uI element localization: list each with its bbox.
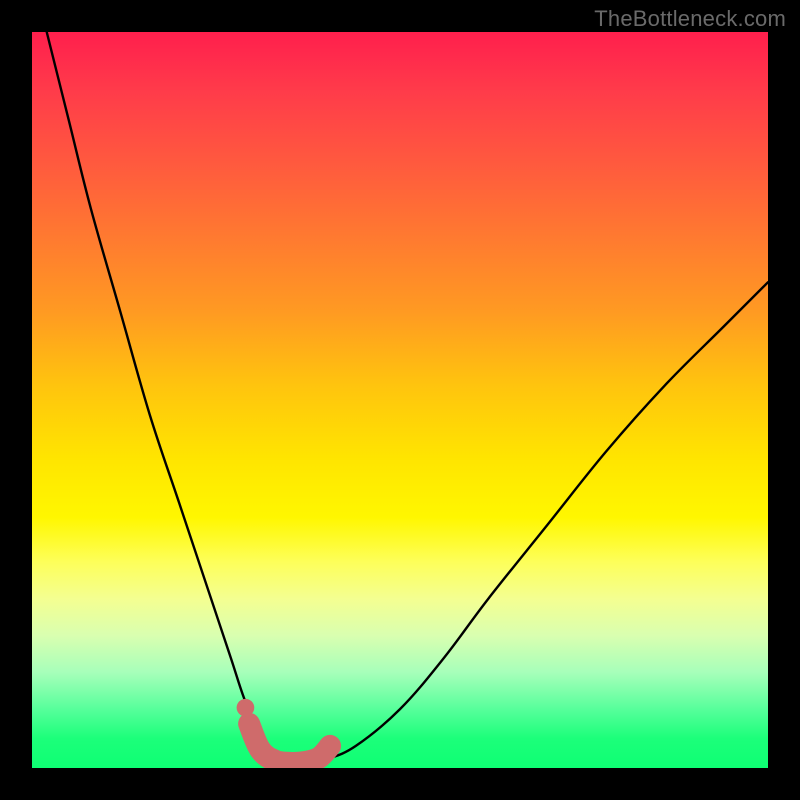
curve-layer <box>32 32 768 768</box>
bottleneck-curve <box>47 32 768 764</box>
minimum-highlight <box>249 724 330 763</box>
chart-frame: TheBottleneck.com <box>0 0 800 800</box>
minimum-highlight-dot <box>237 699 255 717</box>
watermark-label: TheBottleneck.com <box>594 6 786 32</box>
plot-area <box>32 32 768 768</box>
